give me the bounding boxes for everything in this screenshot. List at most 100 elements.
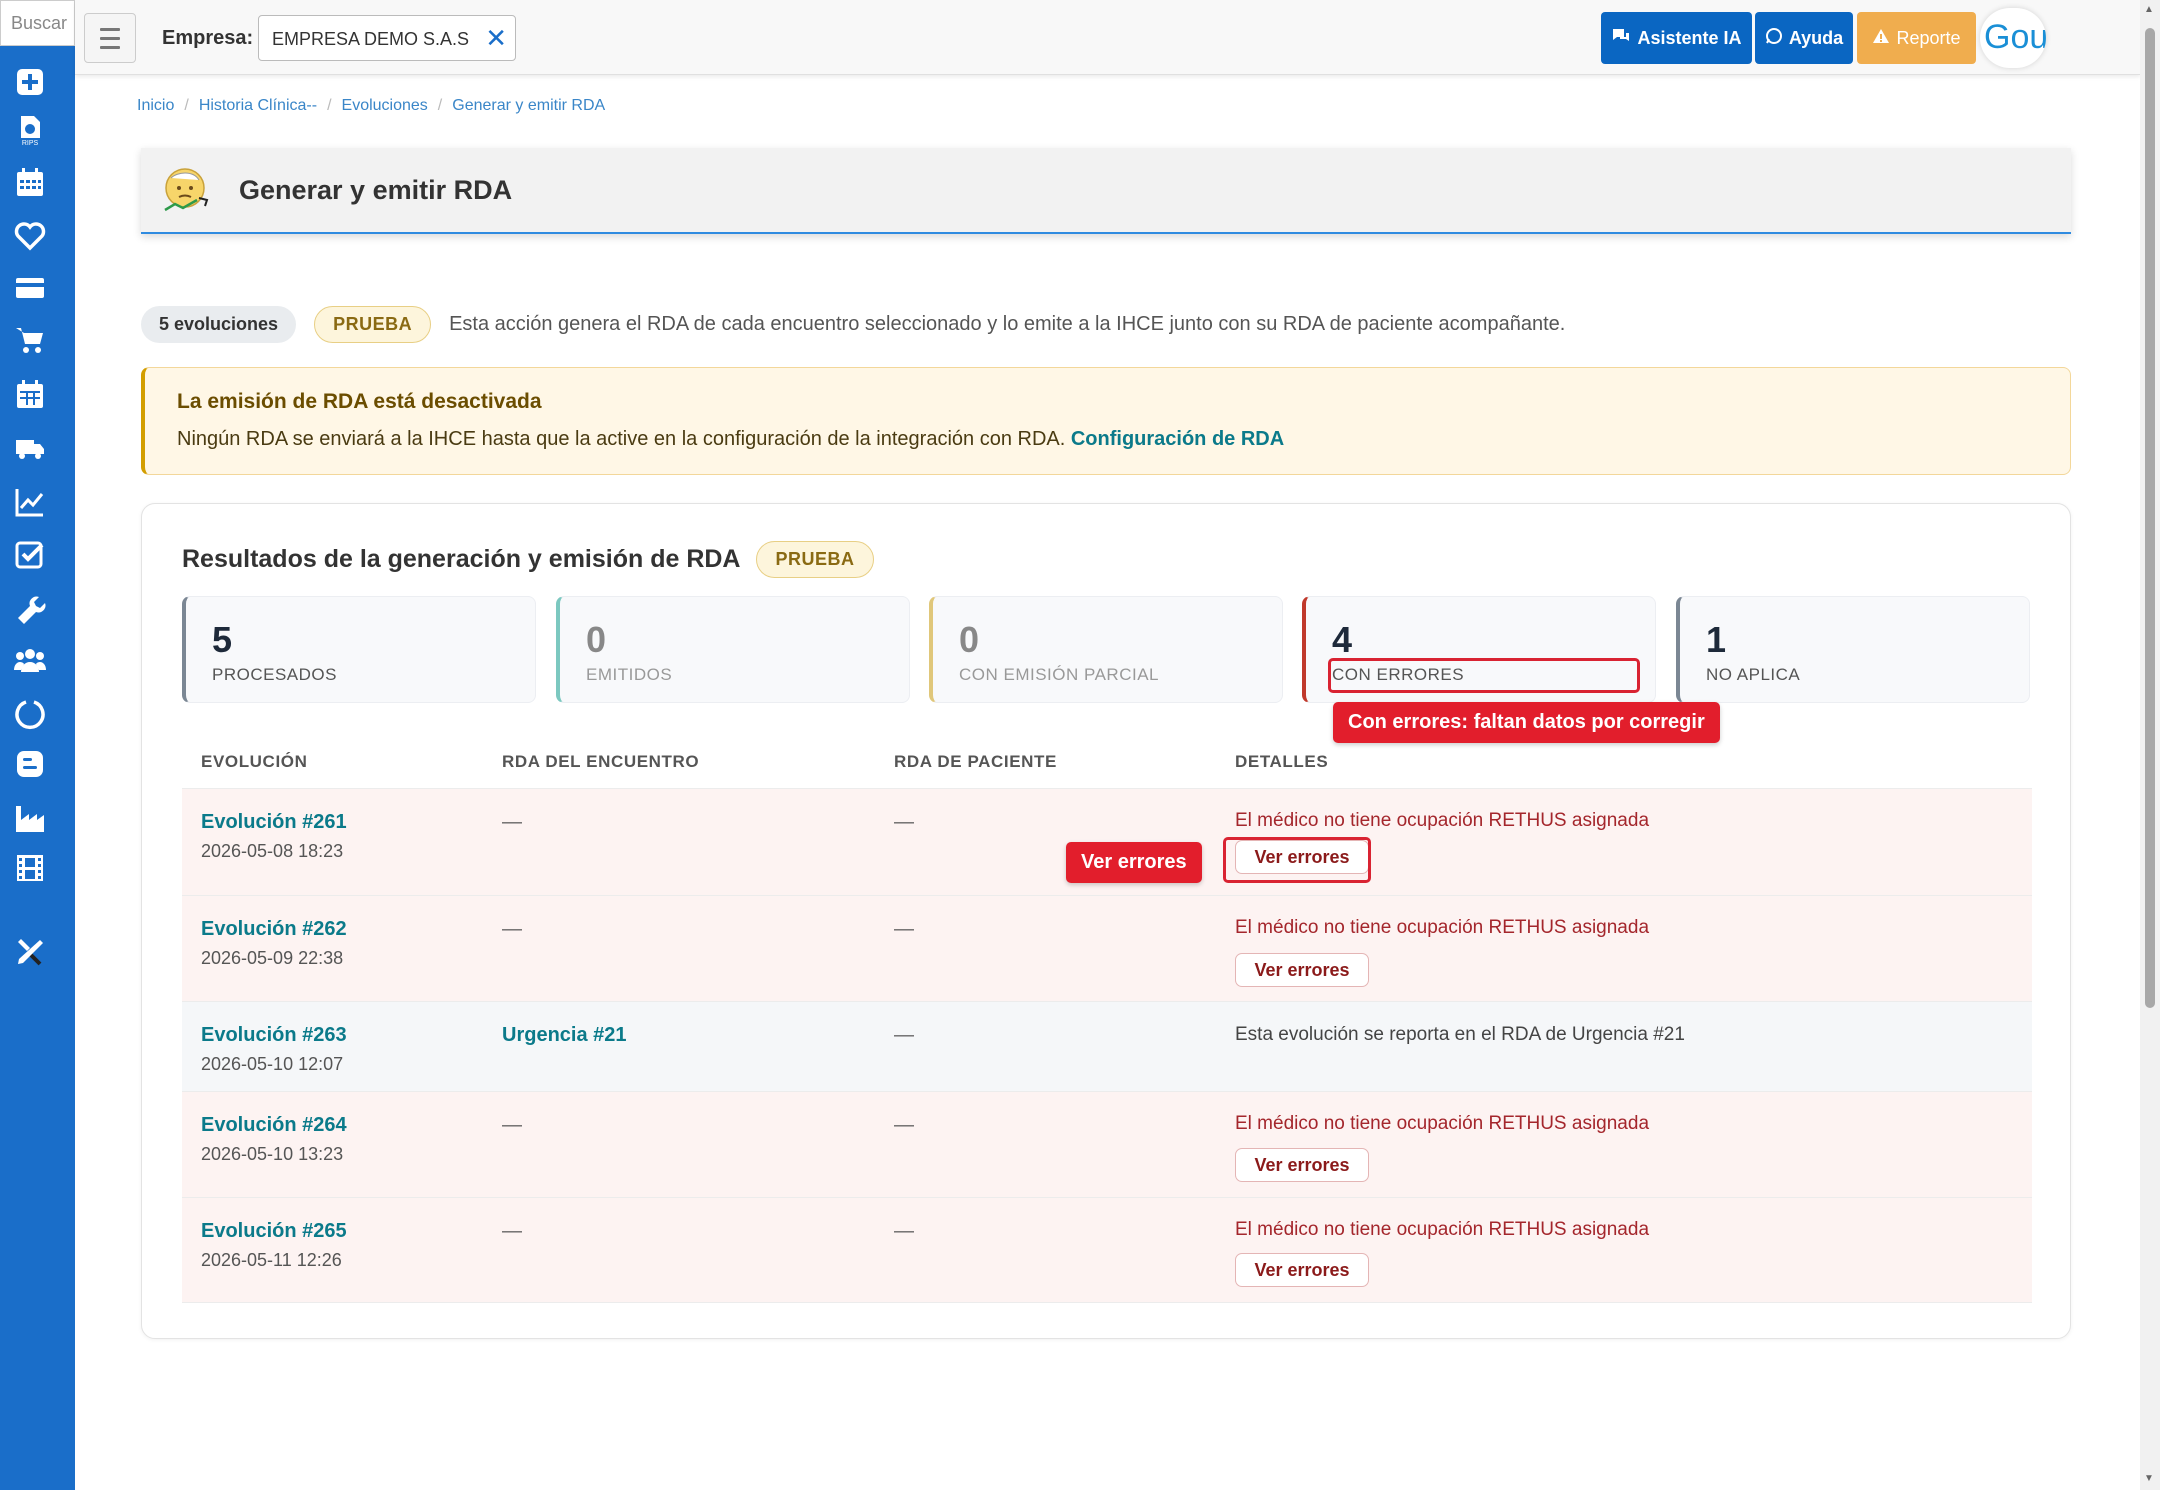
detail-text: Esta evolución se reporta en el RDA de U… bbox=[1235, 1024, 1685, 1045]
scroll-up-icon[interactable]: ▲ bbox=[2144, 4, 2154, 15]
empresa-value: EMPRESA DEMO S.A.S bbox=[272, 29, 470, 49]
warning-icon bbox=[1872, 28, 1890, 49]
plus-square-icon[interactable] bbox=[12, 64, 48, 100]
rda-paciente-value: — bbox=[894, 1114, 914, 1136]
evolution-link[interactable]: Evolución #264 bbox=[201, 1114, 347, 1137]
wrench-icon[interactable] bbox=[12, 590, 48, 626]
check-square-icon[interactable] bbox=[12, 536, 48, 572]
table-header: EVOLUCIÓN RDA DEL ENCUENTRO RDA DE PACIE… bbox=[182, 744, 2032, 792]
stat-label: EMITIDOS bbox=[586, 665, 673, 684]
tools-icon[interactable] bbox=[12, 934, 48, 970]
rda-encuentro-value: — bbox=[502, 1114, 522, 1136]
reporte-button[interactable]: Reporte bbox=[1857, 12, 1976, 64]
empresa-label: Empresa: bbox=[162, 27, 254, 49]
breadcrumb-inicio[interactable]: Inicio bbox=[137, 97, 174, 115]
stat-label: CON EMISIÓN PARCIAL bbox=[959, 665, 1159, 684]
con-errores-highlight bbox=[1328, 658, 1640, 693]
empresa-select[interactable]: EMPRESA DEMO S.A.S ✕ bbox=[258, 15, 516, 61]
ayuda-label: Ayuda bbox=[1788, 27, 1844, 48]
stat-label: PROCESADOS bbox=[212, 665, 337, 684]
rda-encuentro-value: — bbox=[502, 811, 522, 833]
urgencia-link[interactable]: Urgencia #21 bbox=[502, 1024, 627, 1047]
column-header-detalles: DETALLES bbox=[1235, 752, 1329, 771]
evolution-date: 2026-05-11 12:26 bbox=[201, 1250, 342, 1270]
alert-title: La emisión de RDA está desactivada bbox=[177, 390, 542, 413]
table-row: Evolución #264 2026-05-10 13:23 — — El m… bbox=[182, 1091, 2032, 1197]
page-title: Generar y emitir RDA bbox=[239, 175, 513, 205]
con-errores-tooltip: Con errores: faltan datos por corregir bbox=[1333, 702, 1720, 743]
breadcrumb-evoluciones[interactable]: Evoluciones bbox=[342, 97, 428, 115]
truck-icon[interactable] bbox=[12, 430, 48, 466]
detail-text: El médico no tiene ocupación RETHUS asig… bbox=[1235, 917, 1650, 938]
stat-value: 4 bbox=[1332, 619, 1353, 660]
summary-text: Esta acción genera el RDA de cada encuen… bbox=[449, 313, 1566, 335]
column-header-evolucion: EVOLUCIÓN bbox=[201, 752, 308, 771]
evolution-link[interactable]: Evolución #262 bbox=[201, 918, 347, 941]
calendar-grid-icon[interactable] bbox=[12, 376, 48, 412]
stat-label: NO APLICA bbox=[1706, 665, 1801, 684]
rda-disabled-alert: La emisión de RDA está desactivada Ningú… bbox=[141, 367, 2071, 475]
clear-icon[interactable]: ✕ bbox=[485, 25, 507, 51]
asistente-ia-button[interactable]: Asistente IA bbox=[1601, 12, 1752, 64]
stat-value: 0 bbox=[959, 619, 980, 660]
scrollbar[interactable]: ▲ ▼ bbox=[2140, 0, 2160, 1490]
ayuda-button[interactable]: Ayuda bbox=[1755, 12, 1853, 64]
ver-errores-button[interactable]: Ver errores bbox=[1235, 1148, 1369, 1182]
results-header: Resultados de la generación y emisión de… bbox=[182, 541, 874, 578]
page-header: Generar y emitir RDA bbox=[141, 148, 2071, 234]
rda-encuentro-value: — bbox=[502, 1220, 522, 1242]
ver-errores-button[interactable]: Ver errores bbox=[1235, 1253, 1369, 1287]
ver-errores-button[interactable]: Ver errores bbox=[1235, 953, 1369, 987]
evolution-link[interactable]: Evolución #265 bbox=[201, 1220, 347, 1243]
evolution-link[interactable]: Evolución #263 bbox=[201, 1024, 347, 1047]
rda-paciente-value: — bbox=[894, 811, 914, 833]
table-row: Evolución #263 2026-05-10 12:07 Urgencia… bbox=[182, 1001, 2032, 1091]
prueba-badge: PRUEBA bbox=[314, 306, 432, 343]
detail-text: El médico no tiene ocupación RETHUS asig… bbox=[1235, 810, 1650, 831]
cart-icon[interactable] bbox=[12, 322, 48, 358]
svg-text:RIPS: RIPS bbox=[22, 140, 39, 146]
detail-text: El médico no tiene ocupación RETHUS asig… bbox=[1235, 1113, 1650, 1134]
stat-value: 5 bbox=[212, 619, 233, 660]
gou-logo: Gou bbox=[1980, 8, 2046, 68]
stat-procesados: 5 PROCESADOS bbox=[182, 596, 536, 703]
rda-config-link[interactable]: Configuración de RDA bbox=[1071, 428, 1284, 450]
results-card: Resultados de la generación y emisión de… bbox=[141, 503, 2071, 1339]
credit-card-icon[interactable] bbox=[12, 270, 48, 306]
evolution-date: 2026-05-09 22:38 bbox=[201, 948, 344, 968]
film-icon[interactable] bbox=[12, 850, 48, 886]
rips-file-icon[interactable]: RIPS bbox=[12, 112, 48, 148]
breadcrumb: Inicio / Historia Clínica-- / Evolucione… bbox=[137, 97, 605, 115]
thinking-face-icon bbox=[159, 164, 215, 220]
scroll-thumb[interactable] bbox=[2145, 28, 2155, 1008]
evolution-link[interactable]: Evolución #261 bbox=[201, 811, 347, 834]
breadcrumb-historia-clinica[interactable]: Historia Clínica-- bbox=[199, 97, 317, 115]
rda-paciente-value: — bbox=[894, 1024, 914, 1046]
alert-message: Ningún RDA se enviará a la IHCE hasta qu… bbox=[177, 428, 1066, 450]
evolution-date: 2026-05-08 18:23 bbox=[201, 841, 344, 861]
results-title: Resultados de la generación y emisión de… bbox=[182, 545, 741, 573]
rda-paciente-value: — bbox=[894, 918, 914, 940]
rda-encuentro-value: — bbox=[502, 918, 522, 940]
industry-icon[interactable] bbox=[12, 800, 48, 836]
rda-paciente-value: — bbox=[894, 1220, 914, 1242]
evolution-date: 2026-05-10 13:23 bbox=[201, 1144, 344, 1164]
breadcrumb-current[interactable]: Generar y emitir RDA bbox=[452, 97, 605, 115]
calendar-icon[interactable] bbox=[12, 164, 48, 200]
users-icon[interactable] bbox=[12, 642, 48, 678]
heart-icon[interactable] bbox=[12, 218, 48, 254]
summary-line: 5 evoluciones PRUEBA Esta acción genera … bbox=[141, 306, 1565, 343]
menu-toggle-button[interactable] bbox=[84, 13, 136, 63]
reporte-label: Reporte bbox=[1896, 27, 1961, 48]
stat-value: 0 bbox=[586, 619, 607, 660]
blogger-icon[interactable] bbox=[12, 746, 48, 782]
whatsapp-icon bbox=[1765, 27, 1783, 50]
circle-notch-icon[interactable] bbox=[12, 696, 48, 732]
breadcrumb-separator: / bbox=[327, 97, 332, 114]
stat-emitidos: 0 EMITIDOS bbox=[556, 596, 910, 703]
chart-line-icon[interactable] bbox=[12, 484, 48, 520]
search-input[interactable]: Buscar bbox=[0, 0, 75, 46]
evolutions-count-badge: 5 evoluciones bbox=[141, 306, 297, 343]
asistente-ia-label: Asistente IA bbox=[1637, 27, 1742, 48]
scroll-down-icon[interactable]: ▼ bbox=[2144, 1473, 2154, 1484]
